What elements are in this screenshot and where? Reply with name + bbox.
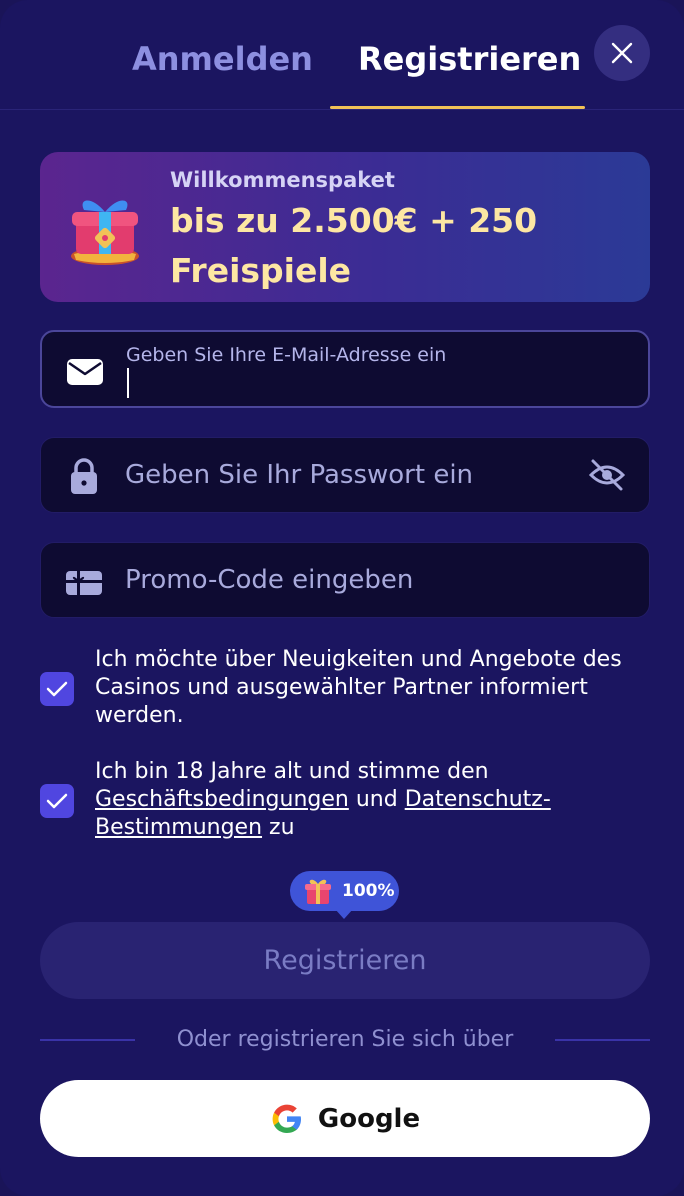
registration-modal: Anmelden Registrieren Willkommenspaket b… [0, 0, 684, 1196]
terms-link[interactable]: Geschäftsbedingungen [95, 787, 349, 812]
progress-badge: 100% [290, 871, 399, 919]
progress-label: 100% [342, 881, 395, 901]
gift-icon [305, 879, 331, 904]
register-submit-label: Registrieren [263, 945, 427, 976]
banner-subtitle: Willkommenspaket [170, 168, 395, 192]
register-submit-button[interactable]: Registrieren [40, 922, 650, 999]
password-placeholder: Geben Sie Ihr Passwort ein [125, 460, 474, 490]
tab-login[interactable]: Anmelden [132, 40, 313, 78]
close-button[interactable] [594, 25, 650, 81]
lock-icon [71, 458, 97, 494]
terms-text-before: Ich bin 18 Jahre alt und stimme den [95, 759, 489, 784]
tab-register[interactable]: Registrieren [358, 40, 581, 78]
text-cursor [127, 368, 129, 398]
gift-card-icon [66, 571, 102, 595]
eye-off-icon[interactable] [587, 455, 627, 495]
promo-code-placeholder: Promo-Code eingeben [125, 565, 414, 595]
newsletter-consent-text: Ich möchte über Neuigkeiten und Angebote… [95, 647, 622, 728]
terms-text-and: und [355, 787, 398, 812]
google-button-label: Google [317, 1103, 421, 1134]
banner-title: bis zu 2.500€ + 250 Freispiele [170, 201, 538, 290]
newsletter-checkbox[interactable] [40, 672, 74, 706]
email-field-label: Geben Sie Ihre E-Mail-Adresse ein [126, 344, 447, 366]
password-field[interactable]: Geben Sie Ihr Passwort ein [40, 437, 650, 513]
terms-consent-text: Ich bin 18 Jahre alt und stimme den Gesc… [95, 758, 660, 842]
email-field[interactable]: Geben Sie Ihre E-Mail-Adresse ein [40, 330, 650, 408]
promo-code-field[interactable]: Promo-Code eingeben [40, 542, 650, 618]
check-icon [46, 793, 68, 809]
active-tab-indicator [330, 106, 585, 109]
social-divider: Oder registrieren Sie sich über [40, 1026, 650, 1054]
gift-icon [71, 200, 139, 265]
envelope-icon [67, 359, 103, 385]
google-logo-icon [272, 1104, 301, 1133]
terms-text-after: zu [269, 815, 295, 840]
terms-checkbox[interactable] [40, 784, 74, 818]
auth-tabs: Anmelden Registrieren [0, 0, 684, 110]
close-icon [611, 42, 633, 64]
welcome-bonus-banner: Willkommenspaket bis zu 2.500€ + 250 Fre… [40, 152, 650, 302]
google-signup-button[interactable]: Google [40, 1080, 650, 1157]
check-icon [46, 681, 68, 697]
divider-line-right [555, 1039, 650, 1041]
